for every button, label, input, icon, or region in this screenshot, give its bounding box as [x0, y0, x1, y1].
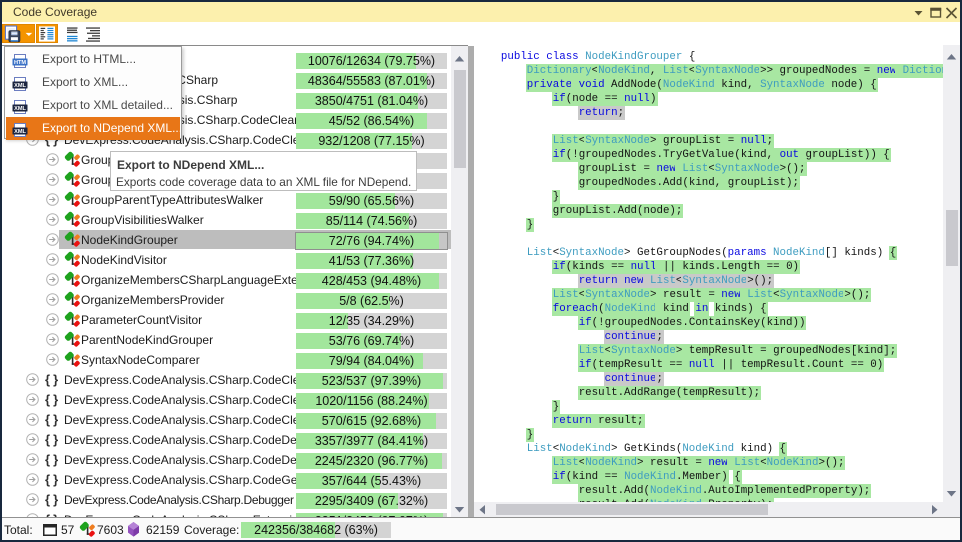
svg-text:HTM: HTM [14, 60, 26, 66]
svg-text:XML: XML [14, 129, 26, 135]
svg-text:XML: XML [14, 83, 26, 89]
svg-text:XML: XML [14, 106, 26, 112]
